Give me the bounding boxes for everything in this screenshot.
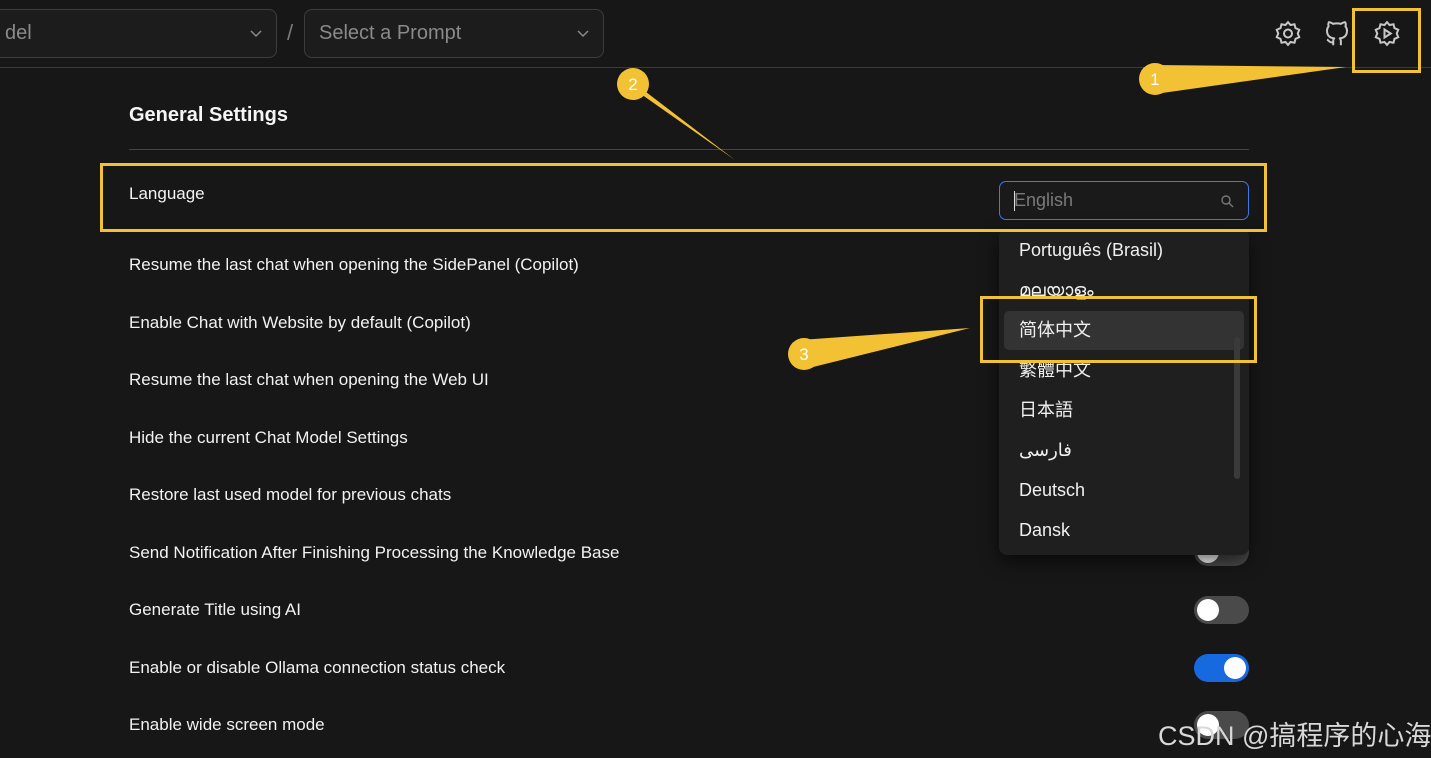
- callout-number-3: 3: [799, 345, 809, 364]
- generate-title-toggle[interactable]: [1194, 596, 1249, 624]
- section-title: General Settings: [129, 104, 288, 126]
- github-icon[interactable]: [1322, 18, 1352, 50]
- chevron-down-icon: [577, 30, 589, 38]
- callout-pointer-1: [1155, 65, 1346, 94]
- watermark: CSDN @搞程序的心海: [1158, 721, 1431, 751]
- language-option[interactable]: Dansk: [1004, 511, 1244, 550]
- language-option[interactable]: Português (Brasil): [1004, 231, 1244, 270]
- model-select[interactable]: del: [0, 9, 277, 58]
- annotation-box-1: [1352, 8, 1421, 73]
- toggle-knob: [1197, 599, 1219, 621]
- language-option[interactable]: Deutsch: [1004, 471, 1244, 510]
- callout-number-2: 2: [628, 75, 638, 94]
- prompt-select-placeholder: Select a Prompt: [319, 22, 462, 44]
- setting-label: Restore last used model for previous cha…: [129, 485, 452, 504]
- ollama-status-toggle[interactable]: [1194, 654, 1249, 682]
- setting-label: Generate Title using AI: [129, 600, 301, 619]
- setting-label: Send Notification After Finishing Proces…: [129, 543, 620, 562]
- callout-number-1: 1: [1150, 70, 1160, 89]
- section-divider: [129, 149, 1249, 150]
- top-bar: del / Select a Prompt: [0, 0, 1431, 68]
- setting-label: Enable wide screen mode: [129, 715, 325, 734]
- chevron-down-icon: [250, 30, 262, 38]
- select-separator: /: [287, 20, 294, 45]
- setting-label: Resume the last chat when opening the Si…: [129, 255, 579, 274]
- setting-label: Enable or disable Ollama connection stat…: [129, 658, 506, 677]
- setting-label: Enable Chat with Website by default (Cop…: [129, 313, 471, 332]
- language-option[interactable]: 日本語: [1004, 391, 1244, 430]
- language-dropdown: Português (Brasil) മലയാളം 简体中文 繁體中文 日本語 …: [999, 229, 1249, 555]
- prompt-select[interactable]: Select a Prompt: [304, 9, 604, 58]
- callout-pointer-3: [800, 328, 970, 369]
- language-option[interactable]: فارسی: [1004, 431, 1244, 470]
- toggle-knob: [1224, 657, 1246, 679]
- annotation-box-3: [980, 296, 1257, 363]
- model-select-value: del: [5, 22, 32, 44]
- setting-label: Hide the current Chat Model Settings: [129, 428, 408, 447]
- setting-label: Resume the last chat when opening the We…: [129, 370, 489, 389]
- annotation-box-2: [100, 163, 1267, 232]
- settings-icon[interactable]: [1273, 18, 1303, 50]
